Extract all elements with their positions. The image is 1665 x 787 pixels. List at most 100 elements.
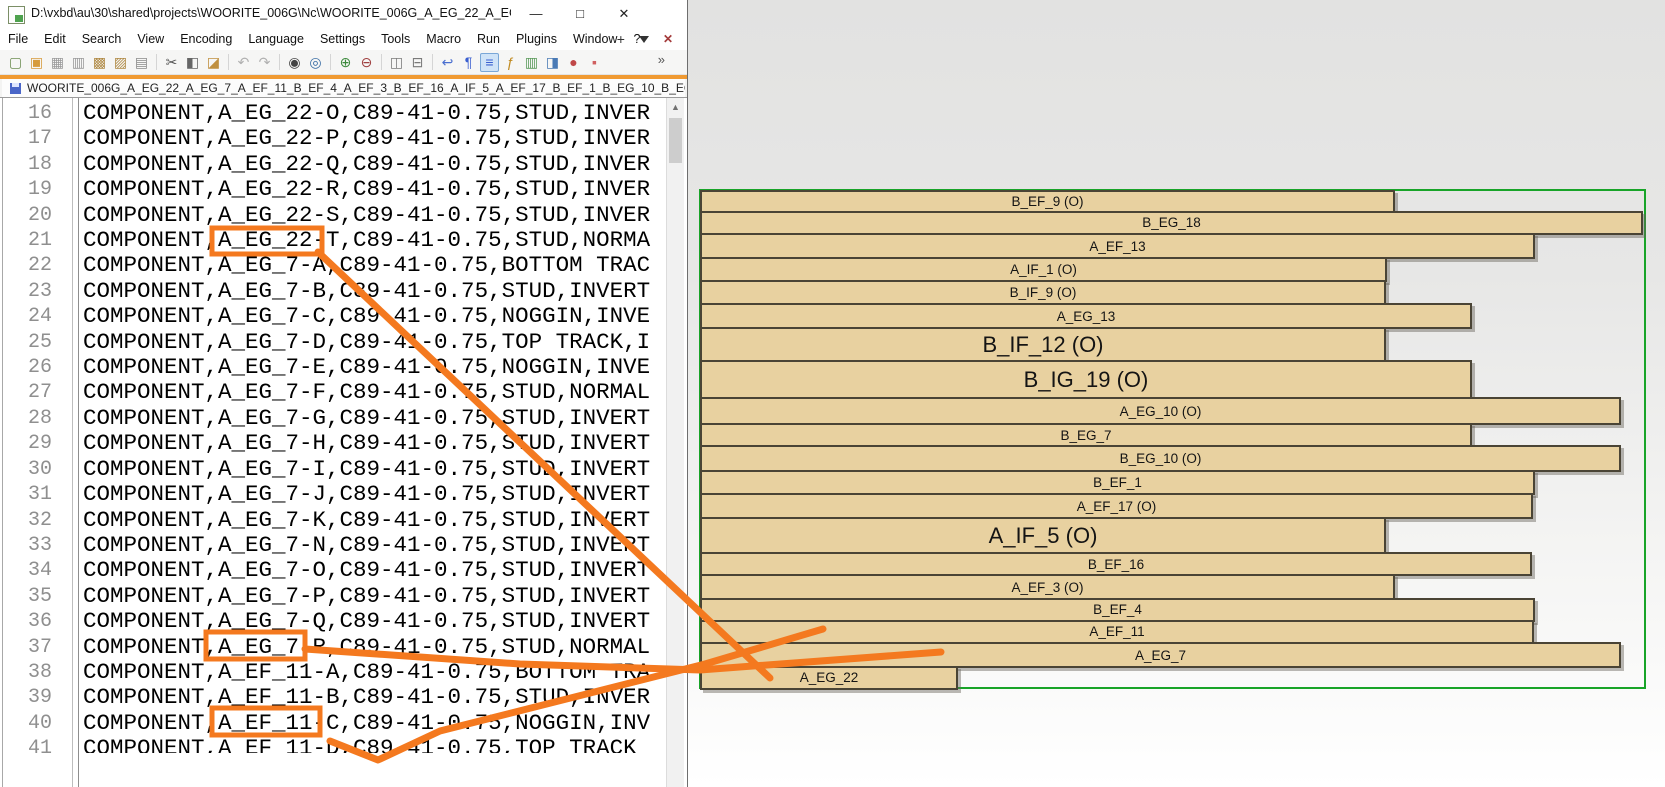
panel-bar-B_EF_1: B_EF_1 — [700, 470, 1535, 495]
editor-area[interactable]: 1617181920212223242526272829303132333435… — [0, 97, 687, 787]
save-copy-icon[interactable]: ▥ — [69, 53, 88, 72]
open-folder-icon[interactable]: ▣ — [27, 53, 46, 72]
code-line-32[interactable]: COMPONENT,A_EG_7-K,C89-41-0.75,STUD,INVE… — [83, 508, 663, 533]
code-line-20[interactable]: COMPONENT,A_EG_22-S,C89-41-0.75,STUD,INV… — [83, 203, 663, 228]
title-bar[interactable]: D:\vxbd\au\30\shared\projects\WOORITE_00… — [0, 0, 687, 28]
menu-item-file[interactable]: File — [0, 28, 36, 50]
macro-record-icon[interactable]: ● — [564, 53, 583, 72]
line-number: 36 — [0, 609, 60, 634]
code-line-41[interactable]: COMPONENT,A_EF_11-D,C89-41-0.75,TOP TRAC… — [83, 736, 663, 753]
redo-icon[interactable]: ↷ — [255, 53, 274, 72]
code-line-39[interactable]: COMPONENT,A_EF_11-B,C89-41-0.75,STUD,INV… — [83, 685, 663, 710]
code-line-18[interactable]: COMPONENT,A_EG_22-Q,C89-41-0.75,STUD,INV… — [83, 152, 663, 177]
code-line-16[interactable]: COMPONENT,A_EG_22-O,C89-41-0.75,STUD,INV… — [83, 101, 663, 126]
menu-item-run[interactable]: Run — [469, 28, 508, 50]
show-all-chars-icon[interactable]: ¶ — [459, 53, 478, 72]
code-line-34[interactable]: COMPONENT,A_EG_7-O,C89-41-0.75,STUD,INVE… — [83, 558, 663, 583]
panel-bar-A_EF_11: A_EF_11 — [700, 620, 1534, 645]
line-number: 20 — [0, 203, 60, 228]
minimize-button[interactable]: — — [514, 0, 558, 28]
code-line-40[interactable]: COMPONENT,A_EF_11-C,C89-41-0.75,NOGGIN,I… — [83, 711, 663, 736]
function-list-icon[interactable]: ƒ — [501, 53, 520, 72]
panel-bar-B_EG_7: B_EG_7 — [700, 423, 1472, 447]
scrollbar-up-arrow-icon[interactable]: ▲ — [667, 100, 684, 115]
find-icon[interactable]: ◉ — [285, 53, 304, 72]
menu-item-settings[interactable]: Settings — [312, 28, 373, 50]
scrollbar-thumb[interactable] — [669, 118, 682, 163]
code-line-21[interactable]: COMPONENT,A_EG_22-T,C89-41-0.75,STUD,NOR… — [83, 228, 663, 253]
panel-bar-label: A_IF_5 (O) — [989, 523, 1098, 549]
code-line-19[interactable]: COMPONENT,A_EG_22-R,C89-41-0.75,STUD,INV… — [83, 177, 663, 202]
code-line-24[interactable]: COMPONENT,A_EG_7-C,C89-41-0.75,NOGGIN,IN… — [83, 304, 663, 329]
save-icon[interactable]: ▦ — [48, 53, 67, 72]
macro-stop-icon[interactable]: ▪ — [585, 53, 604, 72]
copy-icon[interactable]: ◧ — [183, 53, 202, 72]
indent-guide-icon[interactable]: ≡ — [480, 53, 499, 72]
code-line-27[interactable]: COMPONENT,A_EG_7-F,C89-41-0.75,STUD,NORM… — [83, 380, 663, 405]
paste-icon[interactable]: ◪ — [204, 53, 223, 72]
zoom-in-icon[interactable]: ⊕ — [336, 53, 355, 72]
save-all-icon[interactable]: ▩ — [90, 53, 109, 72]
maximize-button[interactable]: □ — [558, 0, 602, 28]
code-line-29[interactable]: COMPONENT,A_EG_7-H,C89-41-0.75,STUD,INVE… — [83, 431, 663, 456]
notepadpp-window: D:\vxbd\au\30\shared\projects\WOORITE_00… — [0, 0, 688, 787]
sync-scroll-v-icon[interactable]: ◫ — [387, 53, 406, 72]
panel-bar-label: A_EF_11 — [1089, 624, 1144, 639]
print-icon[interactable]: ▤ — [132, 53, 151, 72]
new-tab-plus-button[interactable]: + — [617, 31, 625, 47]
tab-active-document[interactable]: WOORITE_006G_A_EG_22_A_EG_7_A_EF_11_B_EF… — [2, 79, 685, 97]
panel-bar-label: B_EF_9 (O) — [1011, 194, 1083, 209]
panel-bar-label: B_IF_9 (O) — [1010, 285, 1077, 300]
code-line-23[interactable]: COMPONENT,A_EG_7-B,C89-41-0.75,STUD,INVE… — [83, 279, 663, 304]
cut-icon[interactable]: ✂ — [162, 53, 181, 72]
menu-item-search[interactable]: Search — [74, 28, 130, 50]
sync-scroll-h-icon[interactable]: ⊟ — [408, 53, 427, 72]
undo-icon[interactable]: ↶ — [234, 53, 253, 72]
vertical-scrollbar[interactable]: ▲ — [666, 98, 684, 787]
code-line-31[interactable]: COMPONENT,A_EG_7-J,C89-41-0.75,STUD,INVE… — [83, 482, 663, 507]
word-wrap-icon[interactable]: ↩ — [438, 53, 457, 72]
code-line-17[interactable]: COMPONENT,A_EG_22-P,C89-41-0.75,STUD,INV… — [83, 126, 663, 151]
code-line-30[interactable]: COMPONENT,A_EG_7-I,C89-41-0.75,STUD,INVE… — [83, 457, 663, 482]
panel-bar-B_IF_12_O_: B_IF_12 (O) — [700, 327, 1386, 362]
code-line-26[interactable]: COMPONENT,A_EG_7-E,C89-41-0.75,NOGGIN,IN… — [83, 355, 663, 380]
code-line-35[interactable]: COMPONENT,A_EG_7-P,C89-41-0.75,STUD,INVE… — [83, 584, 663, 609]
menu-item-encoding[interactable]: Encoding — [172, 28, 240, 50]
menu-item-language[interactable]: Language — [240, 28, 312, 50]
line-number: 23 — [0, 279, 60, 304]
code-line-33[interactable]: COMPONENT,A_EG_7-N,C89-41-0.75,STUD,INVE… — [83, 533, 663, 558]
panel-bar-label: A_EG_10 (O) — [1120, 404, 1202, 419]
panel-bar-B_EG_10_O_: B_EG_10 (O) — [700, 445, 1621, 472]
line-number: 29 — [0, 431, 60, 456]
new-file-icon[interactable]: ▢ — [6, 53, 25, 72]
code-line-22[interactable]: COMPONENT,A_EG_7-A,C89-41-0.75,BOTTOM TR… — [83, 253, 663, 278]
menu-item-tools[interactable]: Tools — [373, 28, 418, 50]
doc-map-icon[interactable]: ▥ — [522, 53, 541, 72]
menu-item-plugins[interactable]: Plugins — [508, 28, 565, 50]
panel-bar-A_IF_5_O_: A_IF_5 (O) — [700, 517, 1386, 554]
replace-icon[interactable]: ◎ — [306, 53, 325, 72]
panel-bar-label: B_EG_10 (O) — [1120, 451, 1202, 466]
toolbar-separator — [381, 54, 382, 70]
menu-item-edit[interactable]: Edit — [36, 28, 74, 50]
tab-list-arrow-icon[interactable] — [639, 36, 649, 43]
close-document-x-button[interactable]: ✕ — [663, 32, 673, 46]
line-number: 22 — [0, 253, 60, 278]
toolbar-separator — [279, 54, 280, 70]
zoom-out-icon[interactable]: ⊖ — [357, 53, 376, 72]
code-line-38[interactable]: COMPONENT,A_EF_11-A,C89-41-0.75,BOTTOM T… — [83, 660, 663, 685]
menu-bar-right-controls: + ✕ — [617, 28, 673, 50]
code-line-36[interactable]: COMPONENT,A_EG_7-Q,C89-41-0.75,STUD,INVE… — [83, 609, 663, 634]
code-lines[interactable]: COMPONENT,A_EG_22-O,C89-41-0.75,STUD,INV… — [83, 101, 663, 753]
menu-item-view[interactable]: View — [129, 28, 172, 50]
close-button[interactable]: ✕ — [602, 0, 646, 28]
menu-item-macro[interactable]: Macro — [418, 28, 469, 50]
close-document-icon[interactable]: ▨ — [111, 53, 130, 72]
line-number: 24 — [0, 304, 60, 329]
code-line-37[interactable]: COMPONENT,A_EG_7-R,C89-41-0.75,STUD,NORM… — [83, 635, 663, 660]
toolbar-overflow-chevron[interactable]: » — [658, 52, 665, 67]
line-number: 19 — [0, 177, 60, 202]
doc-switcher-icon[interactable]: ◨ — [543, 53, 562, 72]
code-line-25[interactable]: COMPONENT,A_EG_7-D,C89-41-0.75,TOP TRACK… — [83, 330, 663, 355]
code-line-28[interactable]: COMPONENT,A_EG_7-G,C89-41-0.75,STUD,INVE… — [83, 406, 663, 431]
